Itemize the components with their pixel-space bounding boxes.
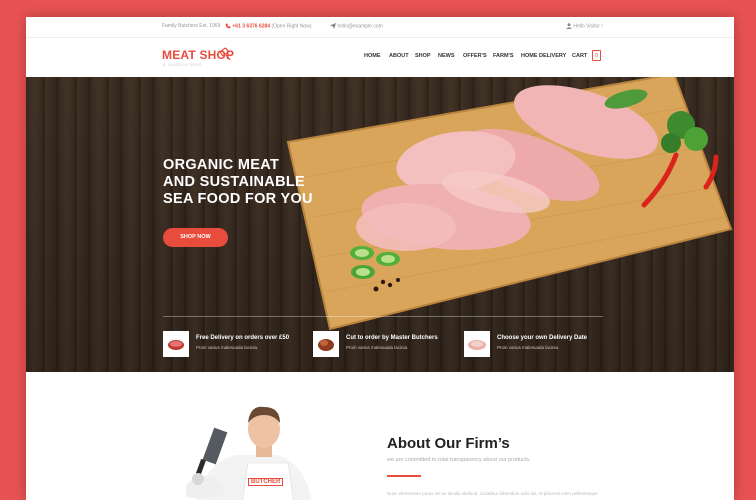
about-title: About Our Firm’s — [387, 435, 510, 452]
nav-farms[interactable]: FARM'S — [493, 53, 514, 59]
top-info-bar: Family Butchers Est. 1969 +61 3 6376 628… — [26, 17, 734, 38]
feature-subtitle: Proin varius malesuada lacinia. — [196, 345, 259, 350]
hero-banner: ORGANIC MEAT AND SUSTAINABLE SEA FOOD FO… — [26, 77, 734, 372]
nav-offers[interactable]: OFFER'S — [463, 53, 487, 59]
hero-headline-line: SEA FOOD FOR YOU — [163, 191, 313, 207]
nav-home-delivery[interactable]: HOME DELIVERY — [521, 53, 566, 59]
butcher-photo — [186, 406, 312, 500]
ham-icon — [464, 331, 490, 357]
nav-about[interactable]: ABOUT — [389, 53, 409, 59]
nav-home[interactable]: HOME — [364, 53, 381, 59]
hero-headline: ORGANIC MEAT AND SUSTAINABLE SEA FOOD FO… — [163, 157, 363, 208]
nav-shop[interactable]: SHOP — [415, 53, 431, 59]
about-accent-line — [387, 475, 421, 477]
email-link[interactable]: hello@example.com — [337, 23, 382, 29]
apron-logo: BUTCHER — [248, 478, 284, 486]
phone-icon — [225, 23, 231, 29]
meat-icon — [163, 331, 189, 357]
shop-now-button[interactable]: SHOP NOW — [163, 228, 228, 247]
roast-icon — [313, 331, 339, 357]
phone-group: +61 3 6376 6284 (Open Right Now) — [225, 23, 311, 29]
send-icon — [330, 23, 336, 29]
about-body-text: Nunc elementum purus vel ex iaculis elei… — [387, 491, 598, 496]
about-subtitle: we are committed to total transparency a… — [387, 457, 531, 463]
open-hours: (Open Right Now) — [271, 23, 312, 30]
nav-cart[interactable]: CART — [572, 53, 587, 59]
feature-title: Cut to order by Master Butchers — [346, 335, 438, 341]
user-icon — [566, 23, 572, 29]
site-header: MEAT SHOP & CHARCUTERIE HOME ABOUT SHOP … — [26, 38, 734, 76]
feature-subtitle: Proin varius malesuada lacinia. — [346, 345, 409, 350]
email-group: hello@example.com — [330, 23, 383, 29]
hero-headline-line: ORGANIC MEAT — [163, 157, 280, 173]
page-frame: Family Butchers Est. 1969 +61 3 6376 628… — [26, 17, 734, 500]
phone-number[interactable]: +61 3 6376 6284 — [232, 23, 270, 29]
feature-subtitle: Proin varius malesuada lacinia. — [497, 345, 560, 350]
brand-logo-subtitle: & CHARCUTERIE — [163, 62, 203, 67]
greeting[interactable]: Hello Visitor ! — [573, 23, 602, 29]
tagline: Family Butchers Est. 1969 — [162, 23, 221, 29]
feature-title: Free Delivery on orders over £50 — [196, 335, 290, 341]
chicken-on-cutting-board-image — [286, 77, 733, 331]
hero-headline-line: AND SUSTAINABLE — [163, 174, 305, 190]
user-group: Hello Visitor ! — [566, 23, 603, 29]
cart-count-badge[interactable]: 0 — [592, 50, 601, 61]
cleaver-logo-icon[interactable] — [218, 47, 232, 61]
nav-news[interactable]: NEWS — [438, 53, 455, 59]
hero-divider — [163, 316, 603, 317]
feature-title: Choose your own Delivery Date — [497, 335, 588, 341]
